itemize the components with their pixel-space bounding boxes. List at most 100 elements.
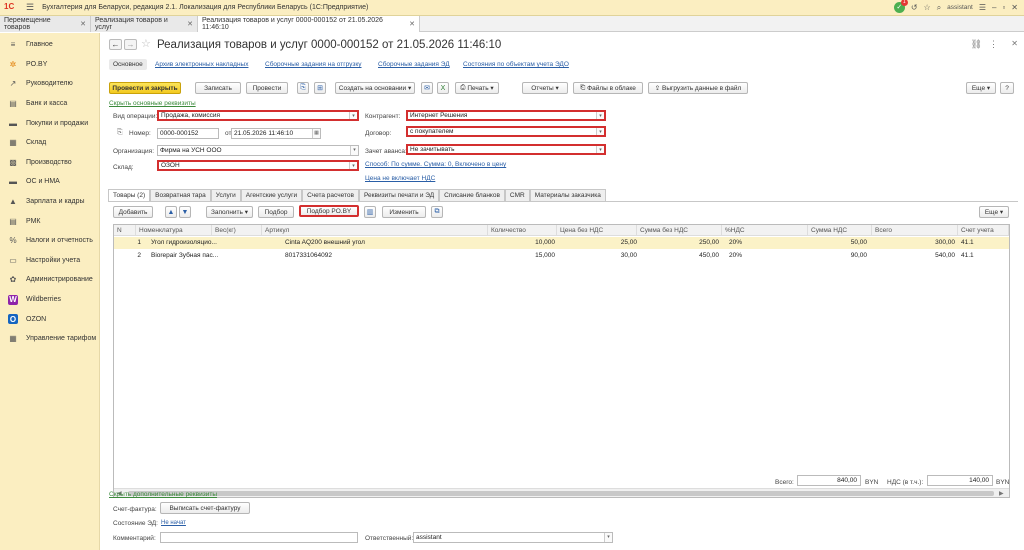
- horizontal-scrollbar[interactable]: ◀ ▶: [114, 488, 1009, 497]
- notifications-icon[interactable]: ✓ 1: [893, 0, 908, 13]
- mail-icon[interactable]: ✉: [421, 82, 433, 94]
- ed-state-link[interactable]: Не начат: [161, 520, 186, 526]
- arrow-up-icon[interactable]: ▲: [165, 206, 177, 218]
- minimize-icon[interactable]: –: [992, 3, 996, 12]
- sidebar-item-tariff[interactable]: ▦ Управление тарифом: [0, 329, 99, 349]
- forward-button[interactable]: →: [124, 39, 137, 50]
- calendar-icon[interactable]: ▦: [312, 129, 320, 138]
- hide-main-requisites-link[interactable]: Скрыть основные реквизиты: [109, 100, 196, 107]
- tab-archive[interactable]: Архив электронных накладных: [155, 61, 248, 68]
- sidebar-item-assets[interactable]: ▬ ОС и НМА: [0, 172, 99, 192]
- tab-write-off-forms[interactable]: Списание бланков: [439, 189, 505, 201]
- scroll-right-icon[interactable]: ▶: [999, 490, 1004, 497]
- tab-print-requisites[interactable]: Реквизиты печати и ЭД: [358, 189, 440, 201]
- window-tab-transfer[interactable]: Перемещение товаров ✕: [0, 16, 91, 32]
- main-menu-icon[interactable]: ☰: [26, 2, 34, 13]
- sidebar-item-ozon[interactable]: O OZON: [0, 309, 99, 329]
- tab-edo-states[interactable]: Состояния по объектам учета ЭДО: [463, 61, 569, 68]
- sidebar-item-production[interactable]: ▩ Производство: [0, 153, 99, 173]
- close-icon[interactable]: ✕: [80, 20, 86, 28]
- chevron-down-icon[interactable]: ▾: [350, 146, 358, 155]
- pick-poby-button[interactable]: Подбор PO.BY: [299, 205, 359, 217]
- date-field[interactable]: 21.05.2026 11:46:10 ▦: [231, 128, 321, 139]
- tab-main[interactable]: Основное: [109, 59, 147, 70]
- tab-assembly-shipment[interactable]: Сборочные задания на отгрузку: [265, 61, 362, 68]
- tab-goods[interactable]: Товары (2): [108, 189, 151, 201]
- chevron-down-icon[interactable]: ▾: [596, 112, 604, 119]
- chevron-down-icon[interactable]: ▾: [604, 533, 612, 542]
- chevron-down-icon[interactable]: ▾: [596, 146, 604, 153]
- cloud-files-button[interactable]: ⎗ Файлы в облаке: [573, 82, 643, 94]
- table-row[interactable]: 2 Biorepair Зубная пас... 8017331064092 …: [114, 250, 1009, 262]
- chevron-down-icon[interactable]: ▾: [349, 162, 357, 169]
- tab-cmr[interactable]: CMR: [504, 189, 530, 201]
- close-icon[interactable]: ✕: [1011, 39, 1018, 48]
- hide-extra-requisites-link[interactable]: Скрыть дополнительные реквизиты: [109, 491, 217, 498]
- change-button[interactable]: Изменить: [382, 206, 426, 218]
- sidebar-item-bank[interactable]: ▤ Банк и касса: [0, 94, 99, 114]
- sidebar-item-pos[interactable]: ▤ РМК: [0, 211, 99, 231]
- settings-icon[interactable]: ☰: [979, 3, 986, 12]
- user-name[interactable]: assistant: [947, 4, 973, 11]
- window-tab-sales-list[interactable]: Реализация товаров и услуг ✕: [91, 16, 198, 32]
- help-button[interactable]: ?: [1000, 82, 1014, 94]
- warehouse-field[interactable]: ОЗОН ▾: [157, 160, 359, 171]
- responsible-field[interactable]: assistant ▾: [413, 532, 613, 543]
- pick-button[interactable]: Подбор: [258, 206, 294, 218]
- sidebar-item-main[interactable]: ≡ Главное: [0, 35, 99, 55]
- create-based-on-button[interactable]: Создать на основании ▾: [335, 82, 415, 94]
- sidebar-item-wildberries[interactable]: W Wildberries: [0, 290, 99, 310]
- favorite-star-icon[interactable]: ☆: [141, 37, 151, 50]
- maximize-icon[interactable]: ▫: [1002, 3, 1005, 12]
- sidebar-item-warehouse[interactable]: ▦ Склад: [0, 133, 99, 153]
- contractor-field[interactable]: Интернет Решения ▾: [406, 110, 606, 121]
- comment-input[interactable]: [160, 532, 358, 543]
- more-button[interactable]: Еще ▾: [966, 82, 996, 94]
- reports-button[interactable]: Отчеты ▾: [522, 82, 568, 94]
- tab-return-container[interactable]: Возвратная тара: [150, 189, 211, 201]
- chevron-down-icon[interactable]: ▾: [349, 112, 357, 119]
- sidebar-item-settings[interactable]: ▭ Настройки учета: [0, 251, 99, 271]
- columns-icon[interactable]: ⧉: [431, 206, 443, 218]
- op-type-select[interactable]: Продажа, комиссия ▾: [157, 110, 359, 121]
- sidebar-item-salary[interactable]: ▲ Зарплата и кадры: [0, 192, 99, 212]
- sidebar-item-manager[interactable]: ↗ Руководителю: [0, 74, 99, 94]
- sidebar-item-poby[interactable]: ✲ PO.BY: [0, 55, 99, 75]
- tab-customer-materials[interactable]: Материалы заказчика: [529, 189, 606, 201]
- close-icon[interactable]: ✕: [409, 20, 415, 28]
- post-and-close-button[interactable]: Провести и закрыть: [109, 82, 181, 94]
- sidebar-item-sales[interactable]: ▬ Покупки и продажи: [0, 113, 99, 133]
- org-field[interactable]: Фирма на УСН ООО ▾: [157, 145, 359, 156]
- search-icon[interactable]: ⌕: [937, 3, 941, 13]
- scrollbar-thumb[interactable]: [128, 491, 994, 496]
- advance-select[interactable]: Не зачитывать ▾: [406, 144, 606, 155]
- print-button[interactable]: ⎙ Печать ▾: [455, 82, 499, 94]
- arrow-down-icon[interactable]: ▼: [179, 206, 191, 218]
- table-row[interactable]: 1 Угол гидроизоляцио... Cinta AQ200 внеш…: [114, 237, 1009, 249]
- chevron-down-icon[interactable]: ▾: [596, 128, 604, 135]
- contract-field[interactable]: с покупателем ▾: [406, 126, 606, 137]
- dt-kt-icon[interactable]: ⊞: [314, 82, 326, 94]
- barcode-icon[interactable]: ▥: [364, 206, 376, 218]
- number-field[interactable]: 0000-000152: [157, 128, 219, 139]
- sidebar-item-taxes[interactable]: % Налоги и отчетность: [0, 231, 99, 251]
- tab-agent-services[interactable]: Агентские услуги: [240, 189, 303, 201]
- save-button[interactable]: Записать: [195, 82, 241, 94]
- close-icon[interactable]: ✕: [1011, 3, 1018, 12]
- fill-button[interactable]: Заполнить ▾: [206, 206, 253, 218]
- tab-assembly-ed[interactable]: Сборочные задания ЭД: [378, 61, 450, 68]
- close-icon[interactable]: ✕: [187, 20, 193, 28]
- issue-invoice-button[interactable]: Выписать счет-фактуру: [160, 502, 250, 514]
- sidebar-item-admin[interactable]: ✿ Администрирование: [0, 270, 99, 290]
- journal-icon[interactable]: ⎘: [297, 82, 309, 94]
- back-button[interactable]: ←: [109, 39, 122, 50]
- tab-accounts[interactable]: Счета расчетов: [302, 189, 359, 201]
- number-edit-icon[interactable]: ⎘: [117, 129, 123, 137]
- export-button[interactable]: ⇪ Выгрузить данные в файл: [648, 82, 748, 94]
- more-icon[interactable]: ⋮: [989, 39, 998, 50]
- favorites-icon[interactable]: ☆: [924, 3, 931, 12]
- excel-icon[interactable]: X: [437, 82, 449, 94]
- add-row-button[interactable]: Добавить: [113, 206, 153, 218]
- history-icon[interactable]: ↺: [911, 3, 918, 12]
- window-tab-sales-doc[interactable]: Реализация товаров и услуг 0000-000152 о…: [198, 16, 420, 32]
